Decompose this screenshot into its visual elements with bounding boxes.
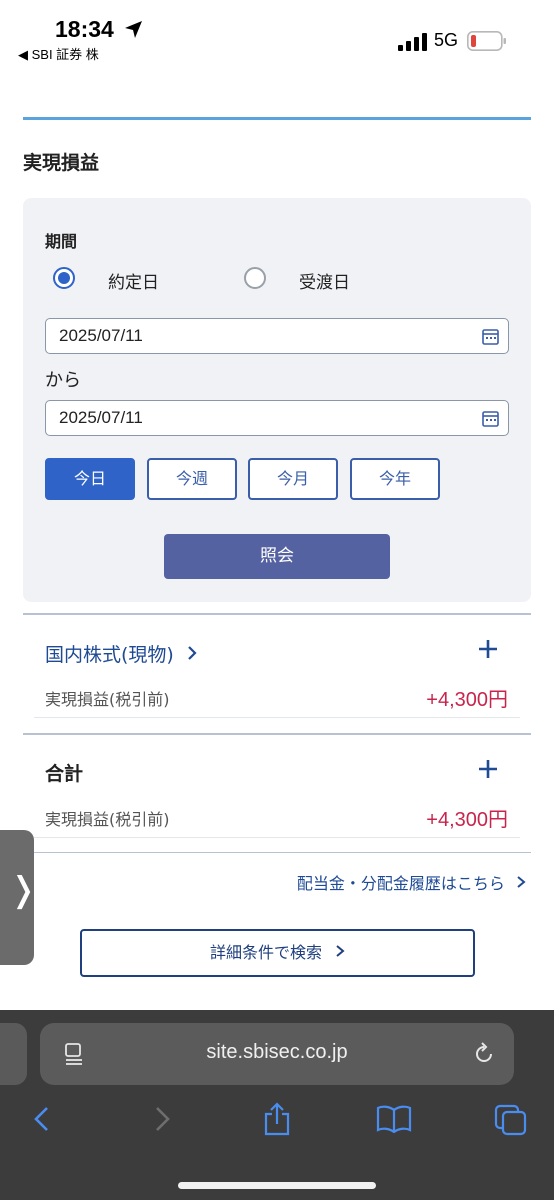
dividend-history-label: 配当金・分配金履歴はこちら: [296, 874, 505, 893]
header-rule: [23, 117, 531, 120]
side-drawer-tab[interactable]: ❭: [0, 830, 38, 965]
total-pl-label: 実現損益(税引前): [45, 810, 170, 829]
domestic-stocks-link[interactable]: 国内株式(現物): [45, 640, 198, 667]
calendar-icon[interactable]: [482, 410, 499, 427]
page-title: 実現損益: [23, 152, 100, 174]
reload-icon[interactable]: [472, 1042, 496, 1066]
back-to-app-link[interactable]: ◀ SBI 証券 株: [18, 44, 99, 63]
period-label: 期間: [45, 232, 78, 251]
back-icon[interactable]: [30, 1105, 54, 1133]
calendar-icon[interactable]: [482, 328, 499, 345]
section-divider: [23, 852, 531, 853]
from-date-field[interactable]: 2025/07/11: [45, 318, 509, 354]
range-year-button[interactable]: 今年: [350, 458, 440, 500]
home-indicator: [178, 1182, 376, 1189]
browser-toolbar: site.sbisec.co.jp: [0, 1010, 554, 1200]
radio-trade-date[interactable]: [53, 267, 75, 289]
to-date-value: 2025/07/11: [59, 408, 143, 427]
previous-tab-preview[interactable]: [0, 1023, 27, 1085]
query-button[interactable]: 照会: [164, 534, 390, 579]
location-arrow-icon: [125, 21, 142, 38]
row-separator: [34, 837, 520, 838]
from-date-value: 2025/07/11: [59, 326, 143, 345]
page-content: 実現損益 期間 約定日 受渡日 2025/07/11 から 2025/07/11…: [0, 70, 554, 1010]
range-month-button[interactable]: 今月: [248, 458, 338, 500]
share-icon[interactable]: [262, 1102, 292, 1136]
chevron-right-icon: [188, 646, 197, 660]
battery-icon: [467, 31, 506, 51]
address-bar[interactable]: site.sbisec.co.jp: [40, 1023, 514, 1085]
radio-settlement-date-label[interactable]: 受渡日: [299, 268, 350, 293]
expand-plus-icon[interactable]: [478, 639, 498, 659]
network-type: 5G: [434, 30, 459, 50]
range-week-button[interactable]: 今週: [147, 458, 237, 500]
section-divider: [23, 613, 531, 615]
chevron-right-icon: [336, 945, 345, 957]
domestic-pl-label: 実現損益(税引前): [45, 690, 170, 709]
domestic-stocks-title: 国内株式(現物): [45, 644, 174, 666]
dividend-history-link[interactable]: 配当金・分配金履歴はこちら: [297, 870, 526, 894]
radio-settlement-date[interactable]: [244, 267, 266, 289]
section-divider: [23, 733, 531, 735]
domestic-pl-value: +4,300円: [426, 689, 508, 711]
total-pl-value: +4,300円: [426, 809, 508, 831]
range-today-button[interactable]: 今日: [45, 458, 135, 500]
total-title: 合計: [45, 763, 84, 785]
filter-panel: 期間 約定日 受渡日 2025/07/11 から 2025/07/11 今日 今…: [23, 198, 531, 602]
chevron-right-icon: [517, 876, 526, 888]
chevron-right-icon: ❭: [9, 870, 38, 910]
radio-trade-date-label[interactable]: 約定日: [108, 268, 159, 293]
to-date-field[interactable]: 2025/07/11: [45, 400, 509, 436]
status-bar: 18:34 ◀ SBI 証券 株 5G: [0, 0, 554, 70]
forward-icon[interactable]: [150, 1105, 174, 1133]
clock: 18:34: [55, 16, 114, 42]
cellular-signal-icon: [398, 33, 427, 51]
detail-search-label: 詳細条件で検索: [209, 943, 322, 962]
date-range-connector: から: [45, 370, 81, 391]
row-separator: [34, 717, 520, 718]
tabs-icon[interactable]: [494, 1104, 528, 1136]
detail-search-button[interactable]: 詳細条件で検索: [80, 929, 475, 977]
expand-plus-icon[interactable]: [478, 759, 498, 779]
url-text[interactable]: site.sbisec.co.jp: [40, 1041, 514, 1064]
bookmarks-icon[interactable]: [376, 1105, 412, 1133]
